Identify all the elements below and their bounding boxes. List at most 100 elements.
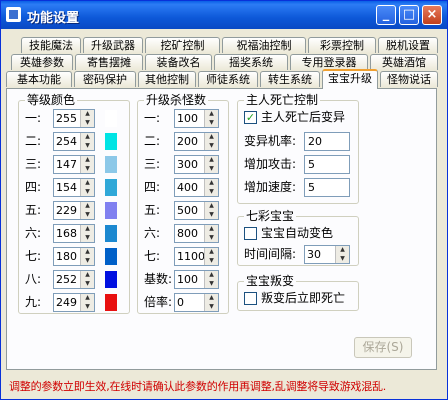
spin-up-icon[interactable]: ▲	[205, 294, 218, 302]
spin-up-icon[interactable]: ▲	[81, 225, 94, 233]
spin-buttons[interactable]: ▲ ▼	[80, 225, 94, 242]
spin-buttons[interactable]: ▲ ▼	[80, 110, 94, 127]
kill-count-spin-2[interactable]: 200 ▲ ▼	[174, 132, 219, 151]
tab-offline-settings[interactable]: 脱机设置	[378, 37, 438, 53]
spin-up-icon[interactable]: ▲	[81, 271, 94, 279]
spin-down-icon[interactable]: ▼	[81, 234, 94, 242]
level-color-spin-1[interactable]: 255 ▲ ▼	[53, 109, 95, 128]
spin-buttons[interactable]: ▲ ▼	[80, 156, 94, 173]
spin-up-icon[interactable]: ▲	[81, 110, 94, 118]
kill-count-spin-6[interactable]: 800 ▲ ▼	[174, 224, 219, 243]
master-death-mutate-checkbox[interactable]: ✓	[244, 111, 257, 124]
spin-up-icon[interactable]: ▲	[81, 248, 94, 256]
tab-custom-launcher[interactable]: 专用登录器	[290, 54, 368, 70]
tab-equip-rename[interactable]: 装备改名	[145, 54, 212, 70]
level-color-spin-8[interactable]: 252 ▲ ▼	[53, 270, 95, 289]
spin-up-icon[interactable]: ▲	[205, 248, 218, 256]
spin-up-icon[interactable]: ▲	[81, 156, 94, 164]
tab-hero-params[interactable]: 英雄参数	[11, 54, 73, 70]
maximize-icon[interactable]: □	[399, 5, 419, 25]
level-color-spin-2[interactable]: 254 ▲ ▼	[53, 132, 95, 151]
tab-mentor-system[interactable]: 师徒系统	[198, 71, 258, 87]
kill-count-base-spin[interactable]: 100 ▲ ▼	[174, 270, 219, 289]
spin-buttons[interactable]: ▲ ▼	[80, 179, 94, 196]
spin-buttons[interactable]: ▲ ▼	[204, 271, 218, 288]
spin-buttons[interactable]: ▲ ▼	[80, 248, 94, 265]
level-color-spin-4[interactable]: 154 ▲ ▼	[53, 178, 95, 197]
spin-up-icon[interactable]: ▲	[81, 133, 94, 141]
tab-consign-stall[interactable]: 寄售摆摊	[75, 54, 143, 70]
spin-buttons[interactable]: ▲ ▼	[204, 202, 218, 219]
spin-up-icon[interactable]: ▲	[205, 271, 218, 279]
spin-up-icon[interactable]: ▲	[81, 179, 94, 187]
spin-down-icon[interactable]: ▼	[81, 211, 94, 219]
spin-buttons[interactable]: ▲ ▼	[80, 133, 94, 150]
title-bar[interactable]: 功能设置 _ □ ×	[1, 1, 447, 29]
tab-other-control[interactable]: 其他控制	[138, 71, 196, 87]
spin-up-icon[interactable]: ▲	[205, 225, 218, 233]
spin-down-icon[interactable]: ▼	[81, 142, 94, 150]
add-attack-input[interactable]: 5	[304, 155, 350, 174]
kill-count-spin-3[interactable]: 300 ▲ ▼	[174, 155, 219, 174]
tab-lottery-system[interactable]: 摇奖系统	[214, 54, 288, 70]
spin-buttons[interactable]: ▲ ▼	[204, 248, 218, 265]
mutate-rate-input[interactable]: 20	[304, 132, 350, 151]
spin-down-icon[interactable]: ▼	[205, 280, 218, 288]
spin-up-icon[interactable]: ▲	[336, 246, 349, 254]
spin-down-icon[interactable]: ▼	[205, 234, 218, 242]
auto-color-change-checkbox[interactable]	[244, 227, 257, 240]
tab-lottery-control[interactable]: 彩票控制	[308, 37, 376, 53]
add-speed-input[interactable]: 5	[304, 178, 350, 197]
kill-count-spin-1[interactable]: 100 ▲ ▼	[174, 109, 219, 128]
tab-pet-upgrade[interactable]: 宝宝升级	[322, 69, 378, 89]
spin-down-icon[interactable]: ▼	[81, 188, 94, 196]
time-interval-spin[interactable]: 30 ▲ ▼	[304, 245, 350, 264]
spin-buttons[interactable]: ▲ ▼	[204, 133, 218, 150]
tab-mining-control[interactable]: 挖矿控制	[145, 37, 220, 53]
tab-basic-functions[interactable]: 基本功能	[6, 71, 72, 87]
spin-up-icon[interactable]: ▲	[205, 179, 218, 187]
spin-buttons[interactable]: ▲ ▼	[80, 202, 94, 219]
spin-up-icon[interactable]: ▲	[205, 133, 218, 141]
tab-monster-speech[interactable]: 怪物说话	[380, 71, 438, 87]
tab-upgrade-weapon[interactable]: 升级武器	[83, 37, 143, 53]
tab-rebirth-system[interactable]: 转生系统	[260, 71, 320, 87]
spin-buttons[interactable]: ▲ ▼	[204, 156, 218, 173]
spin-down-icon[interactable]: ▼	[81, 119, 94, 127]
spin-down-icon[interactable]: ▼	[205, 142, 218, 150]
kill-count-spin-4[interactable]: 400 ▲ ▼	[174, 178, 219, 197]
spin-up-icon[interactable]: ▲	[81, 202, 94, 210]
kill-count-rate-spin[interactable]: 0 ▲ ▼	[174, 293, 219, 312]
spin-down-icon[interactable]: ▼	[205, 119, 218, 127]
level-color-spin-6[interactable]: 168 ▲ ▼	[53, 224, 95, 243]
spin-buttons[interactable]: ▲ ▼	[204, 110, 218, 127]
spin-down-icon[interactable]: ▼	[336, 255, 349, 263]
spin-down-icon[interactable]: ▼	[205, 303, 218, 311]
tab-password-protect[interactable]: 密码保护	[74, 71, 136, 87]
save-button[interactable]: 保存(S)	[354, 337, 412, 358]
level-color-spin-3[interactable]: 147 ▲ ▼	[53, 155, 95, 174]
spin-buttons[interactable]: ▲ ▼	[204, 225, 218, 242]
spin-down-icon[interactable]: ▼	[81, 280, 94, 288]
tab-bless-oil-control[interactable]: 祝福油控制	[222, 37, 306, 53]
spin-down-icon[interactable]: ▼	[205, 188, 218, 196]
spin-up-icon[interactable]: ▲	[81, 294, 94, 302]
spin-buttons[interactable]: ▲ ▼	[80, 271, 94, 288]
kill-count-spin-5[interactable]: 500 ▲ ▼	[174, 201, 219, 220]
close-icon[interactable]: ×	[422, 5, 442, 25]
spin-buttons[interactable]: ▲ ▼	[204, 179, 218, 196]
spin-buttons[interactable]: ▲ ▼	[204, 294, 218, 311]
spin-up-icon[interactable]: ▲	[205, 110, 218, 118]
level-color-spin-9[interactable]: 249 ▲ ▼	[53, 293, 95, 312]
tab-hero-tavern[interactable]: 英雄酒馆	[370, 54, 438, 70]
spin-down-icon[interactable]: ▼	[205, 211, 218, 219]
minimize-icon[interactable]: _	[376, 5, 396, 25]
spin-down-icon[interactable]: ▼	[81, 165, 94, 173]
tab-skill-magic[interactable]: 技能魔法	[21, 37, 81, 53]
kill-count-spin-7[interactable]: 1100 ▲ ▼	[174, 247, 219, 266]
die-after-rebel-checkbox[interactable]	[244, 292, 257, 305]
spin-up-icon[interactable]: ▲	[205, 156, 218, 164]
spin-up-icon[interactable]: ▲	[205, 202, 218, 210]
spin-down-icon[interactable]: ▼	[205, 165, 218, 173]
spin-buttons[interactable]: ▲ ▼	[80, 294, 94, 311]
